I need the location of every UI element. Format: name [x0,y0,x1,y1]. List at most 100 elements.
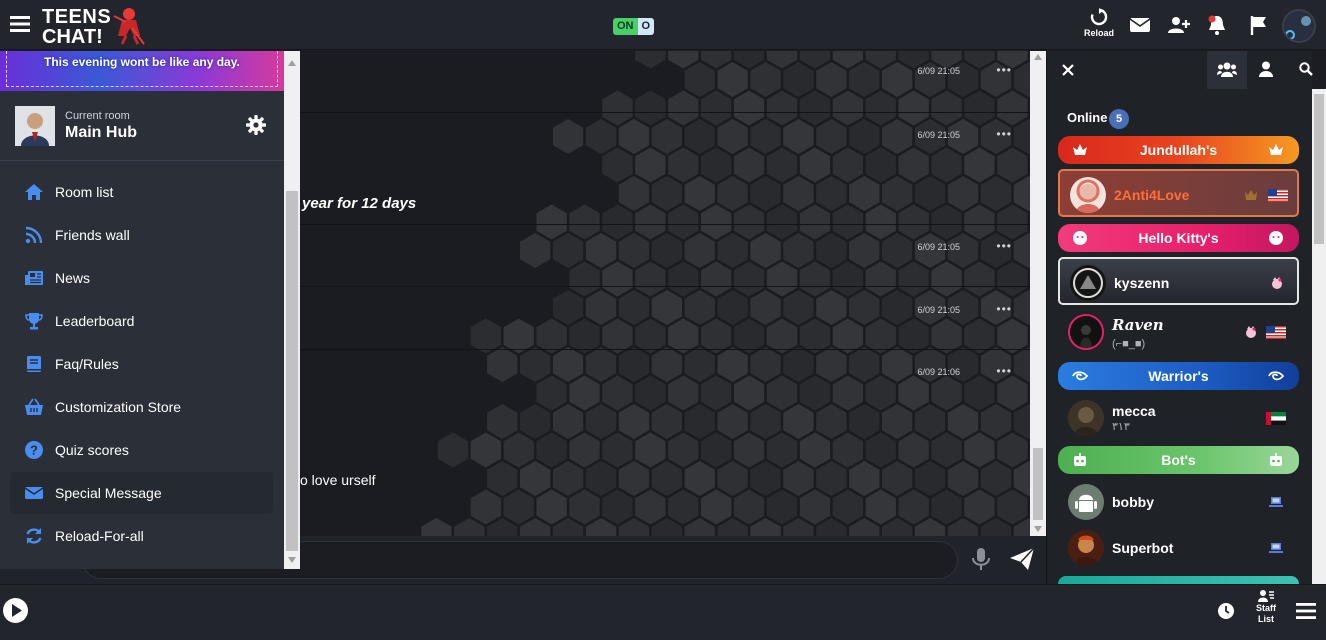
warrior-swirl-icon [1268,371,1284,381]
users-group-icon[interactable] [1217,61,1237,77]
nav-item-label: Leaderboard [55,313,135,329]
message-options-button[interactable]: ••• [996,127,1012,141]
nav-item-quiz-scores[interactable]: ? Quiz scores [10,429,273,471]
nav-item-faq-rules[interactable]: Faq/Rules [10,343,273,385]
home-icon [25,184,43,200]
scroll-down-arrow-icon[interactable] [1034,526,1042,532]
group-header-hello-kitty[interactable]: Hello Kitty's [1058,224,1299,252]
right-users-panel: Online 5 Jundullah's 2Anti4Love Hello Ki… [1046,51,1313,584]
current-room: Current room Main Hub [0,91,284,161]
toggle-off-label: O [637,18,655,35]
nav-item-label: Friends wall [55,227,130,243]
message-options-button[interactable]: ••• [996,302,1012,316]
single-user-icon[interactable] [1259,61,1273,77]
report-flag-icon[interactable] [1247,13,1271,37]
staff-list-label-line2: List [1257,614,1274,624]
left-panel-scrollbar[interactable] [284,51,300,569]
question-icon: ? [25,441,43,459]
user-item-mecca[interactable]: mecca ٣١٣ [1058,394,1299,442]
chat-scrollbar[interactable] [1030,51,1046,536]
users-panel-scrollbar[interactable] [1312,89,1326,584]
book-icon [27,356,41,372]
staff-list-button[interactable]: Staff List [1250,589,1282,625]
room-caption: Current room [65,110,130,122]
user-avatar [1070,177,1106,213]
history-clock-icon[interactable] [1217,602,1235,620]
group-label: Jundullah's [1139,142,1218,158]
user-avatar[interactable] [1282,9,1316,43]
group-header-warrior[interactable]: Warrior's [1058,362,1299,390]
menu-icon[interactable] [1296,602,1316,620]
users-panel-header [1047,51,1313,89]
notification-bell-icon[interactable] [1205,13,1229,37]
room-name: Main Hub [65,124,137,141]
message-time: 6/09 21:05 [917,242,960,252]
user-avatar-image [1068,530,1104,566]
user-avatar [1068,484,1104,520]
nav-item-reload-for-all[interactable]: Reload-For-all [10,515,273,557]
bot-laptop-icon [1269,543,1283,553]
newspaper-icon [25,271,43,285]
user-avatar [1068,400,1104,436]
rss-icon [25,226,43,244]
send-icon[interactable] [1010,548,1034,570]
online-count-badge: 5 [1109,109,1129,129]
group-header-jundullah[interactable]: Jundullah's [1058,136,1299,164]
envelope-icon[interactable] [1128,13,1152,37]
scroll-up-arrow-icon[interactable] [1034,54,1042,60]
group-header-bots[interactable]: Bot's [1058,446,1299,474]
message-options-button[interactable]: ••• [996,364,1012,378]
site-logo[interactable]: TEENS CHAT! [42,4,148,48]
username: 2Anti4Love [1114,187,1190,203]
staff-list-label-line1: Staff [1256,603,1276,613]
nav-item-news[interactable]: News [10,257,273,299]
us-flag-icon [1266,326,1286,339]
nav-item-leaderboard[interactable]: Leaderboard [10,300,273,342]
room-banner: This evening wont be like any day. [0,51,284,91]
reload-label: Reload [1083,28,1114,38]
user-item-2anti4love[interactable]: 2Anti4Love [1058,169,1299,217]
left-side-panel: This evening wont be like any day. Curre… [0,51,284,569]
nav-item-room-list[interactable]: Room list [10,171,273,213]
users-panel-scrollbar-thumb[interactable] [1314,94,1324,244]
message-time: 6/09 21:05 [917,130,960,140]
close-icon[interactable] [1062,64,1074,76]
user-status: (⌐■_■) [1112,338,1146,350]
add-friend-icon[interactable] [1167,13,1191,37]
user-item-superbot[interactable]: Superbot [1058,524,1299,572]
left-panel-scrollbar-thumb[interactable] [286,191,298,551]
chat-scrollbar-thumb[interactable] [1033,448,1043,520]
play-icon [12,604,22,617]
trophy-icon [25,313,43,330]
username: Raven [1112,316,1164,334]
reload-button[interactable]: Reload [1083,8,1115,38]
nav-item-friends-wall[interactable]: Friends wall [10,214,273,256]
top-bar: TEENS CHAT! ON O Reload [0,0,1326,50]
user-avatar-image [1070,316,1102,348]
nav-item-label: Reload-For-all [55,528,144,544]
message-options-button[interactable]: ••• [996,63,1012,77]
gear-icon[interactable] [246,115,266,135]
toggle-on-label: ON [613,18,638,35]
on-off-toggle[interactable]: ON O [613,18,655,35]
nav-item-label: Special Message [55,485,162,501]
message-options-button[interactable]: ••• [996,239,1012,253]
logo-line-1: TEENS [42,6,112,28]
scroll-down-arrow-icon[interactable] [288,557,296,563]
message-time: 6/09 21:06 [917,367,960,377]
play-radio-button[interactable] [3,598,28,623]
nav-item-customization-store[interactable]: Customization Store [10,386,273,428]
hamburger-menu-icon[interactable] [10,14,30,34]
nav-item-special-message[interactable]: Special Message [10,472,273,514]
message-text: year for 12 days [302,195,417,212]
bottom-bar: Staff List [0,584,1326,640]
room-avatar [15,106,55,146]
user-item-raven[interactable]: Raven (⌐■_■) [1058,308,1299,356]
microphone-icon[interactable] [970,547,992,571]
user-item-kyszenn[interactable]: kyszenn [1058,257,1299,305]
message-time: 6/09 21:05 [917,305,960,315]
avatar-image [1284,11,1314,41]
scroll-up-arrow-icon[interactable] [288,60,296,66]
search-icon[interactable] [1299,62,1313,76]
user-item-bobby[interactable]: bobby [1058,478,1299,526]
